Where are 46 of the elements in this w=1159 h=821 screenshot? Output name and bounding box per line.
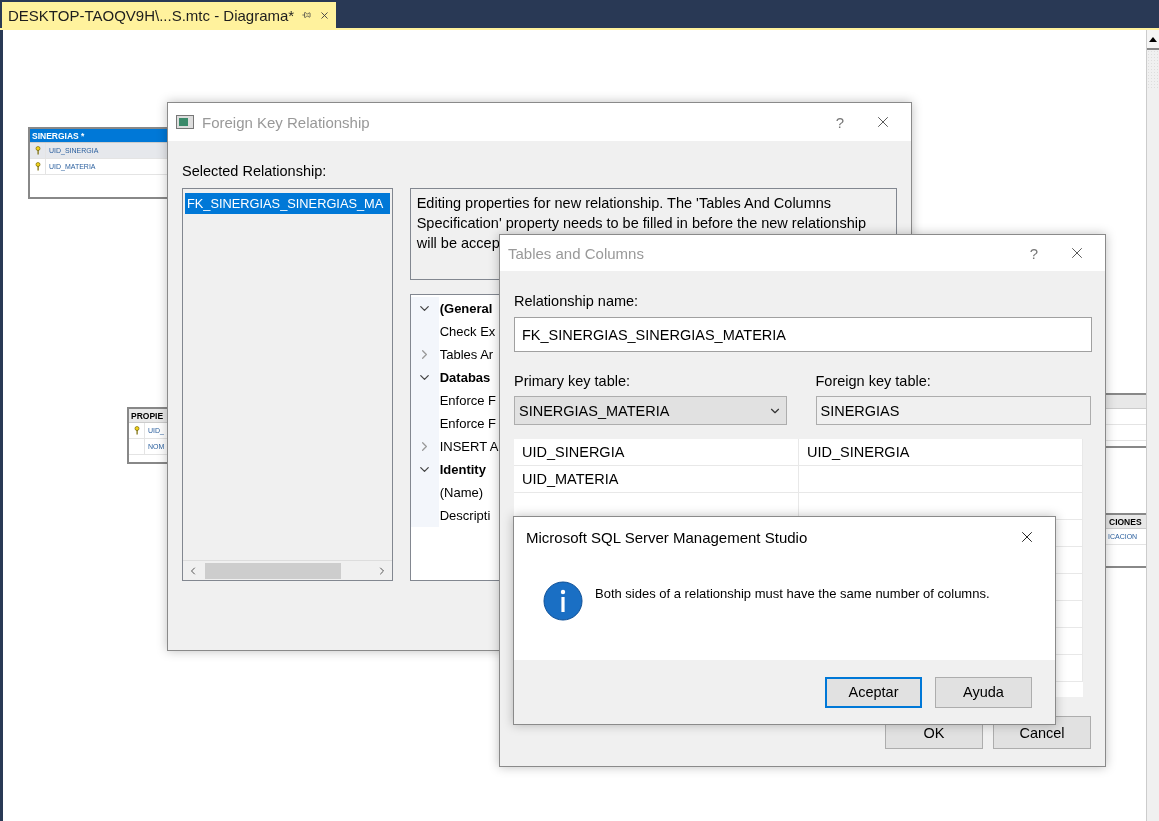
table-title: SINERGIAS * bbox=[32, 131, 85, 141]
dialog-title: Tables and Columns bbox=[508, 244, 645, 262]
relationship-list[interactable]: FK_SINERGIAS_SINERGIAS_MA bbox=[182, 188, 393, 581]
property-label: (Name) bbox=[438, 485, 484, 500]
vertical-scrollbar[interactable] bbox=[1146, 30, 1159, 821]
property-label: INSERT A bbox=[438, 439, 499, 454]
field-label: Primary key table: bbox=[514, 373, 632, 389]
table-title: CIONES bbox=[1109, 517, 1142, 527]
primary-table-dropdown[interactable]: SINERGIAS_MATERIA bbox=[514, 396, 787, 425]
message-text: Both sides of a relationship must have the same number of columns. bbox=[595, 585, 990, 601]
dialog-button[interactable]: Aceptar bbox=[825, 676, 922, 708]
relationship-name-field[interactable]: FK_SINERGIAS_SINERGIAS_MATERIA bbox=[514, 317, 1092, 352]
category-label: Identity bbox=[438, 462, 486, 477]
document-tab[interactable]: DESKTOP-TAOQV9H\...S.mtc - Diagrama* bbox=[2, 2, 336, 28]
field-label: Foreign key table: bbox=[815, 373, 932, 389]
foreign-table-field[interactable]: SINERGIAS bbox=[815, 396, 1091, 425]
description-text: will be accep bbox=[416, 234, 501, 253]
property-label: Enforce F bbox=[438, 393, 497, 408]
pin-icon[interactable] bbox=[300, 10, 313, 20]
description-text: Editing properties for new relationship. The 'Tables And Columns bbox=[416, 194, 833, 213]
property-label: Check Ex bbox=[438, 324, 496, 339]
property-label: Enforce F bbox=[438, 416, 497, 431]
key-icon bbox=[34, 146, 41, 155]
grid-cell[interactable]: UID_SINERGIA bbox=[514, 439, 799, 465]
property-label: Tables Ar bbox=[438, 347, 494, 362]
window-icon bbox=[176, 115, 194, 129]
grid-cell[interactable]: UID_MATERIA bbox=[514, 466, 799, 492]
field-label: Relationship name: bbox=[514, 293, 640, 309]
grid-cell[interactable]: UID_SINERGIA bbox=[799, 439, 1083, 465]
help-button[interactable]: ? bbox=[825, 113, 855, 131]
table-title: PROPIE bbox=[131, 411, 164, 421]
dialog-button[interactable]: Ayuda bbox=[935, 676, 1032, 708]
description-text: Specification' property needs to be filled in before the new relationship bbox=[416, 214, 868, 233]
key-icon bbox=[34, 162, 41, 171]
help-button[interactable]: ? bbox=[1019, 244, 1049, 262]
category-label: Databas bbox=[438, 370, 491, 385]
key-icon bbox=[133, 426, 140, 435]
dialog-title: Microsoft SQL Server Management Studio bbox=[526, 528, 809, 546]
property-label: Descripti bbox=[438, 508, 491, 523]
field-label: Selected Relationship: bbox=[182, 163, 328, 179]
scroll-thumb[interactable] bbox=[205, 562, 341, 579]
up-arrow-icon[interactable] bbox=[1149, 36, 1157, 42]
info-icon bbox=[543, 581, 583, 621]
list-item[interactable]: FK_SINERGIAS_SINERGIAS_MA bbox=[185, 193, 390, 214]
category-label: (General bbox=[438, 301, 493, 316]
dialog-title: Foreign Key Relationship bbox=[202, 113, 371, 131]
